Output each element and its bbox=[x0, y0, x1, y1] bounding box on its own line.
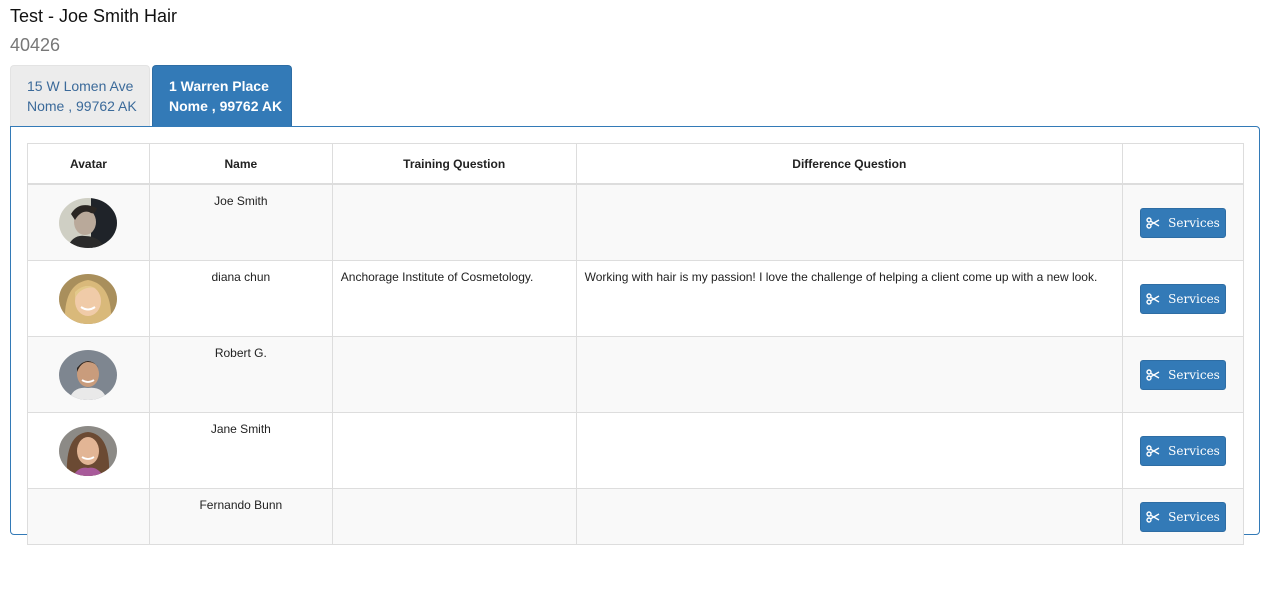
avatar bbox=[59, 349, 118, 400]
scissors-icon bbox=[1146, 216, 1160, 229]
tab-address-line: 15 W Lomen Ave bbox=[27, 78, 134, 94]
training-answer: Anchorage Institute of Cosmetology. bbox=[331, 260, 577, 337]
table-row: Fernando Bunn Services bbox=[27, 488, 1244, 545]
column-header-name: Name bbox=[148, 143, 333, 185]
column-header-actions bbox=[1122, 143, 1244, 185]
services-button-label: Services bbox=[1168, 443, 1220, 458]
staff-name: Robert G. bbox=[148, 336, 333, 413]
page-title: Test - Joe Smith Hair bbox=[10, 6, 178, 26]
services-button[interactable]: Services bbox=[1140, 435, 1226, 466]
staff-name: Joe Smith bbox=[148, 183, 333, 261]
column-header-difference: Difference Question bbox=[575, 143, 1124, 185]
column-header-training: Training Question bbox=[331, 143, 577, 185]
staff-table: Avatar Name Training Question Difference… bbox=[27, 143, 1244, 545]
scissors-icon bbox=[1146, 368, 1160, 381]
staff-name: Fernando Bunn bbox=[148, 488, 333, 545]
table-row: Jane Smith Services bbox=[27, 412, 1244, 489]
tab-address-line: 1 Warren Place bbox=[169, 78, 269, 94]
tab-city-line: Nome , 99762 AK bbox=[169, 98, 283, 114]
services-button[interactable]: Services bbox=[1140, 359, 1226, 390]
training-answer bbox=[331, 412, 577, 489]
services-button[interactable]: Services bbox=[1140, 501, 1226, 532]
business-id: 40426 bbox=[10, 35, 61, 55]
difference-answer bbox=[575, 488, 1124, 545]
services-button[interactable]: Services bbox=[1140, 207, 1226, 238]
scissors-icon bbox=[1146, 292, 1160, 305]
services-button[interactable]: Services bbox=[1140, 283, 1226, 314]
scissors-icon bbox=[1146, 444, 1160, 457]
training-answer bbox=[331, 488, 577, 545]
difference-answer bbox=[575, 183, 1124, 261]
training-answer bbox=[331, 336, 577, 413]
tab-panel: Avatar Name Training Question Difference… bbox=[10, 126, 1260, 545]
services-button-label: Services bbox=[1168, 509, 1220, 524]
difference-answer: Working with hair is my passion! I love … bbox=[575, 260, 1124, 337]
services-button-label: Services bbox=[1168, 367, 1220, 382]
location-tabs: 15 W Lomen Ave Nome , 99762 AK 1 Warren … bbox=[10, 65, 292, 127]
table-row: Robert G. Services bbox=[27, 336, 1244, 413]
tab-city-line: Nome , 99762 AK bbox=[27, 98, 137, 114]
difference-answer bbox=[575, 412, 1124, 489]
column-header-avatar: Avatar bbox=[27, 143, 150, 185]
table-row: diana chun Anchorage Institute of Cosmet… bbox=[27, 260, 1244, 337]
avatar bbox=[59, 197, 118, 248]
avatar-empty bbox=[27, 488, 150, 545]
avatar bbox=[59, 425, 118, 476]
avatar bbox=[59, 273, 118, 324]
services-button-label: Services bbox=[1168, 215, 1220, 230]
staff-name: diana chun bbox=[148, 260, 333, 337]
scissors-icon bbox=[1146, 510, 1160, 523]
staff-name: Jane Smith bbox=[148, 412, 333, 489]
table-header-row: Avatar Name Training Question Difference… bbox=[27, 143, 1244, 185]
training-answer bbox=[331, 183, 577, 261]
tab-location-15-w-lomen[interactable]: 15 W Lomen Ave Nome , 99762 AK bbox=[10, 65, 150, 126]
tab-location-1-warren[interactable]: 1 Warren Place Nome , 99762 AK bbox=[152, 65, 292, 126]
table-row: Joe Smith Services bbox=[27, 183, 1244, 261]
services-button-label: Services bbox=[1168, 291, 1220, 306]
difference-answer bbox=[575, 336, 1124, 413]
